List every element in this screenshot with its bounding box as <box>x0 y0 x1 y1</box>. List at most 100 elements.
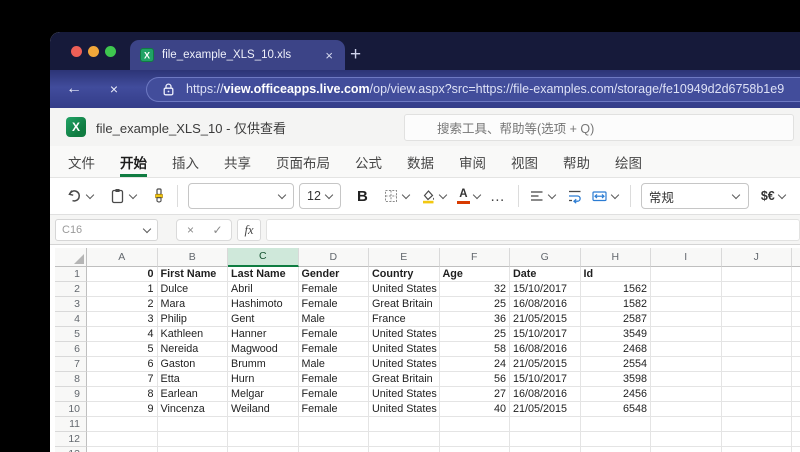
cell-partial-12[interactable] <box>792 432 800 447</box>
cell-C6[interactable]: Magwood <box>228 342 299 357</box>
borders-button[interactable] <box>383 188 411 204</box>
cell-D8[interactable]: Female <box>298 372 369 387</box>
column-header-B[interactable]: B <box>157 248 228 267</box>
cell-B4[interactable]: Philip <box>157 312 228 327</box>
row-header-2[interactable]: 2 <box>55 282 87 297</box>
cell-A9[interactable]: 8 <box>87 387 158 402</box>
cell-partial-10[interactable] <box>792 402 800 417</box>
column-header-partial[interactable] <box>792 248 800 267</box>
cell-I6[interactable] <box>651 342 722 357</box>
borders-chevron-icon[interactable] <box>402 192 411 201</box>
cell-E3[interactable]: Great Britain <box>369 297 440 312</box>
row-header-5[interactable]: 5 <box>55 327 87 342</box>
cell-F7[interactable]: 24 <box>439 357 510 372</box>
wrap-text-button[interactable] <box>567 188 583 204</box>
row-header-13[interactable]: 13 <box>55 447 87 452</box>
cell-C12[interactable] <box>228 432 299 447</box>
cell-J1[interactable] <box>721 267 792 282</box>
cell-B13[interactable] <box>158 447 228 452</box>
cell-I5[interactable] <box>651 327 722 342</box>
cell-D4[interactable]: Male <box>298 312 369 327</box>
cell-F10[interactable]: 40 <box>439 402 510 417</box>
cell-B1[interactable]: First Name <box>157 267 228 282</box>
new-tab-button[interactable]: + <box>350 41 361 69</box>
menu-tab-2[interactable]: 开始 <box>120 146 147 177</box>
cell-A5[interactable]: 4 <box>87 327 158 342</box>
cell-D6[interactable]: Female <box>298 342 369 357</box>
column-header-H[interactable]: H <box>580 248 651 267</box>
cell-J9[interactable] <box>721 387 792 402</box>
cell-D3[interactable]: Female <box>298 297 369 312</box>
format-painter-button[interactable] <box>151 188 167 204</box>
cell-C8[interactable]: Hurn <box>228 372 299 387</box>
cell-I2[interactable] <box>651 282 722 297</box>
cell-C2[interactable]: Abril <box>228 282 299 297</box>
cell-F9[interactable]: 27 <box>439 387 510 402</box>
cell-A8[interactable]: 7 <box>87 372 158 387</box>
cell-G3[interactable]: 16/08/2016 <box>510 297 581 312</box>
cell-B6[interactable]: Nereida <box>157 342 228 357</box>
align-chevron-icon[interactable] <box>548 192 557 201</box>
cell-H5[interactable]: 3549 <box>580 327 651 342</box>
row-header-12[interactable]: 12 <box>55 432 87 447</box>
cell-E5[interactable]: United States <box>369 327 440 342</box>
menu-tab-4[interactable]: 共享 <box>224 146 251 177</box>
name-box-chevron-icon[interactable] <box>142 225 151 234</box>
formula-input[interactable] <box>266 218 800 241</box>
cell-F5[interactable]: 25 <box>439 327 510 342</box>
cell-H9[interactable]: 2456 <box>580 387 651 402</box>
menu-tab-1[interactable]: 文件 <box>68 146 95 177</box>
cell-E9[interactable]: United States <box>369 387 440 402</box>
insert-function-button[interactable]: fx <box>237 218 261 241</box>
cell-D12[interactable] <box>298 432 369 447</box>
column-header-G[interactable]: G <box>510 248 581 267</box>
cell-J10[interactable] <box>721 402 792 417</box>
cell-B10[interactable]: Vincenza <box>157 402 228 417</box>
menu-tab-7[interactable]: 数据 <box>407 146 434 177</box>
cell-E8[interactable]: Great Britain <box>369 372 440 387</box>
cell-D10[interactable]: Female <box>298 402 369 417</box>
cell-A12[interactable] <box>87 432 158 447</box>
cell-H8[interactable]: 3598 <box>580 372 651 387</box>
cell-B5[interactable]: Kathleen <box>157 327 228 342</box>
cell-F6[interactable]: 58 <box>439 342 510 357</box>
cell-partial-6[interactable] <box>792 342 800 357</box>
cell-G2[interactable]: 15/10/2017 <box>510 282 581 297</box>
cell-C7[interactable]: Brumm <box>228 357 299 372</box>
cell-B8[interactable]: Etta <box>157 372 228 387</box>
row-header-1[interactable]: 1 <box>55 267 87 282</box>
cell-H3[interactable]: 1582 <box>580 297 651 312</box>
cell-I3[interactable] <box>651 297 722 312</box>
cell-J7[interactable] <box>721 357 792 372</box>
cell-A11[interactable] <box>87 417 158 432</box>
cell-B12[interactable] <box>157 432 228 447</box>
cell-partial-13[interactable] <box>792 447 800 452</box>
cell-partial-7[interactable] <box>792 357 800 372</box>
cell-G5[interactable]: 15/10/2017 <box>510 327 581 342</box>
cell-A13[interactable] <box>87 447 158 452</box>
number-format-combo[interactable]: 常规 <box>640 183 749 209</box>
row-header-7[interactable]: 7 <box>55 357 87 372</box>
cell-E13[interactable] <box>369 447 440 452</box>
row-header-10[interactable]: 10 <box>55 402 87 417</box>
row-header-4[interactable]: 4 <box>55 312 87 327</box>
cell-I7[interactable] <box>651 357 722 372</box>
cell-C5[interactable]: Hanner <box>228 327 299 342</box>
cell-I12[interactable] <box>651 432 722 447</box>
cell-D9[interactable]: Female <box>298 387 369 402</box>
cell-C11[interactable] <box>228 417 299 432</box>
cell-F11[interactable] <box>439 417 510 432</box>
menu-tab-5[interactable]: 页面布局 <box>276 146 330 177</box>
cell-G10[interactable]: 21/05/2015 <box>510 402 581 417</box>
cell-A3[interactable]: 2 <box>87 297 158 312</box>
fill-color-button[interactable] <box>420 188 448 204</box>
cell-D5[interactable]: Female <box>298 327 369 342</box>
currency-format-button[interactable]: $€ <box>761 189 787 203</box>
menu-tab-8[interactable]: 审阅 <box>459 146 486 177</box>
cell-J4[interactable] <box>721 312 792 327</box>
more-font-options-button[interactable]: … <box>490 188 506 205</box>
cell-E12[interactable] <box>369 432 440 447</box>
cell-H13[interactable] <box>581 447 651 452</box>
cell-E7[interactable]: United States <box>369 357 440 372</box>
column-header-J[interactable]: J <box>721 248 792 267</box>
